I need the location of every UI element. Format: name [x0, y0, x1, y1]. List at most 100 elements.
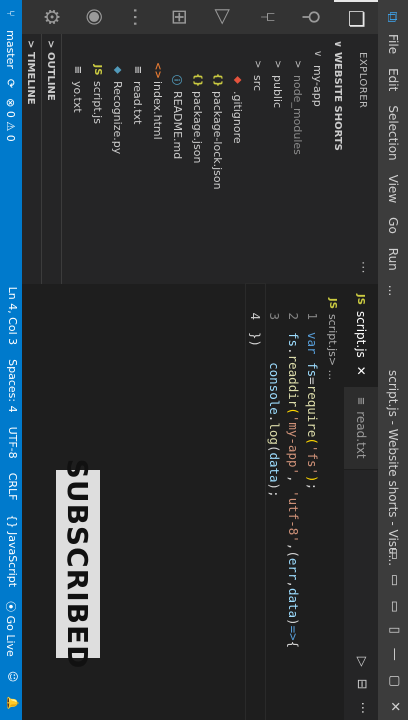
file-tree: ∨ my-app > node_modules > public > src ◆ .gitigno… — [68, 34, 328, 284]
timeline-section[interactable]: > TIMELINE — [21, 34, 41, 284]
window-control-icon[interactable]: ▭ — [387, 548, 402, 560]
workspace-name: WEBSITE SHORTS — [332, 52, 344, 151]
tree-item[interactable]: <> index.html — [148, 34, 168, 284]
code-token: readdir — [286, 354, 301, 408]
tree-item[interactable]: ◆ Recognize.py — [108, 34, 128, 284]
code-token: require — [305, 384, 320, 438]
editor-tab[interactable]: ≡ read.txt — [344, 386, 378, 470]
window-control-icon[interactable]: — — [387, 648, 402, 661]
tree-item[interactable]: > public — [268, 34, 288, 284]
tree-item-label: public — [271, 75, 285, 109]
line-number: 4 — [248, 312, 263, 320]
tree-item[interactable]: ≡ yo.txt — [68, 34, 88, 284]
tree-item-label: my-app — [311, 65, 325, 107]
code-token: 'utf-8' — [286, 490, 301, 543]
tree-item[interactable]: {} package-lock.json — [208, 34, 228, 284]
tree-item[interactable]: ◆ .gitignore — [228, 34, 248, 284]
editor-toolbar-icon[interactable]: ··· — [354, 702, 369, 714]
explorer-sidebar: EXPLORER ··· ∨ WEBSITE SHORTS ∨ my-app > nod… — [21, 34, 378, 284]
cursor-position[interactable]: Ln 4, Col 3 — [3, 287, 19, 346]
window-control-icon[interactable]: ▢ — [387, 675, 402, 687]
editor-toolbar-icon[interactable]: ▷ — [354, 657, 369, 667]
go-live-button[interactable]: ⦿ Go Live — [3, 601, 19, 657]
code-token: }) — [248, 332, 263, 348]
tree-item-label: script.js — [91, 81, 105, 124]
activity-bar: ❐ ⚲ ⑂ ▷ ⊞ ⋯ ◉ ⚙ — [22, 0, 378, 36]
line-number: 1 — [305, 312, 320, 320]
breadcrumb-rest[interactable]: > ... — [327, 357, 340, 380]
menu-item[interactable]: Selection — [386, 105, 400, 160]
language-mode[interactable]: {} JavaScript — [3, 514, 19, 587]
code-line[interactable]: 1 var fs = require('fs'); — [303, 284, 322, 720]
source-control-icon[interactable]: ⑂ — [246, 0, 290, 34]
menu-item[interactable]: ... — [386, 285, 400, 296]
explorer-header: EXPLORER ··· — [348, 34, 378, 284]
close-icon[interactable]: ✕ — [354, 366, 368, 376]
code-line[interactable]: 3 console. log(data); — [265, 284, 284, 720]
code-token: ; — [305, 482, 320, 491]
sync-icon[interactable]: ⟳ — [5, 79, 18, 88]
tree-item-label: package.json — [191, 91, 205, 164]
notifications-bell-icon[interactable]: 🔔 — [3, 696, 19, 710]
extensions-icon[interactable]: ⊞ — [158, 0, 202, 34]
tree-item[interactable]: ≡ read.txt — [128, 34, 148, 284]
tree-item[interactable]: ∨ my-app — [308, 34, 328, 284]
tree-item[interactable]: ⓘ README.md — [168, 34, 188, 284]
code-token: ( — [305, 437, 320, 445]
tree-item[interactable]: JS script.js — [88, 34, 108, 284]
file-type-icon: JS — [355, 294, 367, 305]
file-type-icon: ≡ — [355, 396, 367, 406]
indentation[interactable]: Spaces: 4 — [3, 359, 19, 412]
code-token: fs — [286, 332, 301, 348]
menu-item[interactable]: File — [386, 34, 400, 54]
editor-tab[interactable]: JS script.js ✕ — [344, 284, 378, 387]
problems-count[interactable]: ⊗ 0 ⚠ 0 — [5, 98, 18, 142]
account-icon[interactable]: ◉ — [74, 0, 118, 34]
file-type-icon: ≡ — [132, 65, 144, 75]
explorer-icon[interactable]: ❐ — [334, 0, 378, 36]
window-control-icon[interactable]: ▭ — [387, 574, 402, 586]
code-token: ) — [286, 618, 301, 626]
tree-item[interactable]: > src — [248, 34, 268, 284]
git-branch[interactable]: ⑂ master — [5, 10, 18, 69]
breadcrumb-file[interactable]: script.js — [327, 314, 340, 357]
code-token: ( — [286, 407, 301, 415]
file-type-icon: <> — [152, 62, 164, 79]
code-line[interactable]: 4}) — [245, 261, 266, 720]
tab-label: script.js — [354, 310, 368, 358]
editor-toolbar-icon[interactable]: ⊟ — [354, 679, 369, 690]
code-line[interactable]: 2 fs. readdir('my-app', 'utf-8',(err, data)… — [284, 284, 303, 720]
menu-item[interactable]: Run — [386, 248, 400, 271]
workspace-section[interactable]: ∨ WEBSITE SHORTS — [328, 34, 348, 284]
explorer-more-icon[interactable]: ··· — [356, 261, 370, 274]
search-icon[interactable]: ⚲ — [290, 0, 334, 34]
encoding[interactable]: UTF-8 — [3, 427, 19, 459]
tree-item-label: README.md — [171, 91, 185, 160]
tree-item[interactable]: {} package.json — [188, 34, 208, 284]
menu-item[interactable]: Edit — [386, 68, 400, 91]
tree-item[interactable]: > node_modules — [288, 34, 308, 284]
file-type-icon: ⓘ — [170, 75, 182, 85]
window-control-icon[interactable]: ▯ — [387, 627, 402, 634]
code-token: = — [305, 377, 320, 385]
menu-item[interactable]: Go — [386, 217, 400, 234]
settings-gear-icon[interactable]: ⚙ — [30, 0, 74, 34]
tab-label: read.txt — [354, 411, 368, 459]
feedback-icon[interactable]: ☺ — [3, 671, 19, 682]
window-control-icon[interactable]: ▭ — [387, 600, 402, 612]
chevron-icon: > — [252, 60, 264, 69]
code-token: data — [286, 587, 301, 619]
run-debug-icon[interactable]: ▷ — [202, 0, 246, 34]
window-control-icon[interactable]: ✕ — [387, 701, 402, 712]
outline-section[interactable]: > OUTLINE — [41, 34, 61, 284]
code-editor[interactable]: 1 var fs = require('fs'); 2 fs. readdir('my-ap… — [245, 261, 322, 720]
code-token: ( — [286, 550, 301, 558]
menu-item[interactable]: View — [386, 175, 400, 203]
code-token: ); — [267, 482, 282, 498]
line-ending[interactable]: CRLF — [3, 473, 19, 501]
code-token: var — [305, 332, 320, 363]
code-token: , — [286, 580, 301, 588]
file-type-icon: JS — [92, 64, 104, 76]
code-token: , — [286, 542, 301, 551]
more-icon[interactable]: ⋯ — [114, 0, 158, 34]
